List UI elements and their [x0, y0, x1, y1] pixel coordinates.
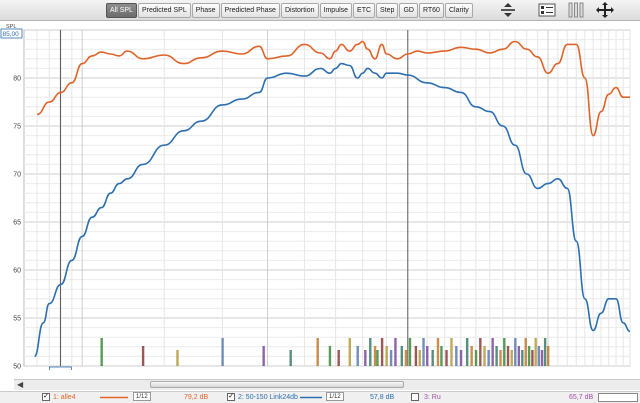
plot-area — [23, 29, 631, 367]
y-tick-label: 75 — [13, 124, 21, 131]
resonance-bar — [459, 350, 463, 366]
scroll-left-icon[interactable]: ◀ — [17, 380, 23, 390]
tab-etc[interactable]: ETC — [353, 3, 376, 18]
resonance-bar — [455, 346, 458, 366]
y-tick-label: 65 — [13, 220, 21, 227]
resonance-bar — [445, 350, 448, 366]
legend-2-checkbox[interactable]: ✓ — [227, 393, 235, 401]
resonance-bar — [479, 338, 482, 366]
tab-step[interactable]: Step — [376, 3, 399, 18]
resonance-bar — [543, 338, 547, 366]
legend-2-smoothing[interactable]: 1/12 — [326, 392, 344, 401]
resonance-bar — [487, 350, 490, 366]
resonance-bar — [510, 350, 513, 366]
resonance-bar — [400, 346, 404, 366]
toolbar: All SPL Predicted SPL Phase Predicted Ph… — [0, 0, 640, 21]
resonance-bar — [404, 350, 408, 366]
resonance-bar — [534, 338, 537, 366]
resonance-bar — [436, 338, 440, 366]
resonance-bar — [491, 338, 494, 366]
controls-icon[interactable] — [537, 1, 557, 19]
bars-icon[interactable] — [566, 1, 586, 19]
resonance-bar — [394, 338, 397, 366]
resonance-bar — [546, 346, 550, 366]
tab-impulse[interactable]: Impulse — [319, 3, 353, 18]
resonance-bar — [221, 338, 224, 366]
resonance-bar — [495, 346, 498, 366]
tab-gd[interactable]: GD — [399, 3, 418, 18]
resonance-bar — [506, 346, 510, 366]
resonance-bar — [414, 346, 418, 366]
resonance-bar — [537, 346, 541, 366]
resonance-bar — [316, 338, 319, 366]
legend-1-smoothing[interactable]: 1/12 — [133, 392, 151, 401]
legend-1-label: 1: alle4 — [53, 394, 76, 401]
legend-bar: ✓ 1: alle4 1/12 79,2 dB ✓ 2: 50-150 Link… — [0, 391, 640, 403]
resonance-bar — [422, 338, 425, 366]
tab-distortion[interactable]: Distortion — [280, 3, 319, 18]
resonance-bar — [328, 346, 332, 366]
y-tick-label: 60 — [13, 268, 21, 275]
scroll-thumb[interactable] — [150, 381, 404, 388]
resonance-bar — [100, 338, 103, 366]
legend-2-label: 2: 50-150 Link24db — [238, 394, 298, 401]
resonance-bar — [380, 338, 384, 366]
resonance-bar — [356, 346, 359, 366]
horizontal-scrollbar[interactable]: ◀ — [14, 379, 640, 390]
tab-all-spl[interactable]: All SPL — [106, 3, 137, 18]
resonance-bar — [418, 350, 421, 366]
resonance-bar — [373, 346, 377, 366]
graph-tabs: All SPL Predicted SPL Phase Predicted Ph… — [106, 3, 474, 18]
resonance-bar — [385, 346, 388, 366]
move-arrows-icon[interactable] — [595, 1, 615, 19]
resonance-bar — [524, 338, 527, 366]
resonance-bar — [503, 338, 506, 366]
resonance-bar — [141, 346, 145, 366]
legend-3-level: 65,7 dB — [569, 394, 594, 401]
resonance-bar — [376, 350, 379, 366]
resonance-bar — [527, 346, 531, 366]
resonance-bar — [440, 346, 443, 366]
resonance-bar — [474, 350, 478, 366]
resonance-bar — [408, 338, 412, 366]
resonance-bar — [499, 350, 502, 366]
legend-1-level: 79,2 dB — [184, 394, 209, 401]
resonance-bar — [431, 350, 434, 366]
tab-phase[interactable]: Phase — [191, 3, 220, 18]
resonance-bar — [289, 350, 292, 366]
legend-2-level: 57,8 dB — [370, 394, 395, 401]
vertical-zoom-icon[interactable] — [498, 1, 518, 19]
resonance-bar — [450, 338, 453, 366]
resonance-bar — [517, 346, 521, 366]
resonance-bar — [348, 338, 351, 366]
resonance-bar — [426, 346, 429, 366]
resonance-bar — [369, 338, 372, 366]
resonance-bar — [521, 350, 524, 366]
y-tick-label: 70 — [13, 172, 21, 179]
resonance-bar — [483, 346, 486, 366]
resonance-bar — [176, 350, 179, 366]
y-tick-label: 55 — [13, 316, 21, 323]
legend-3-color-swatch[interactable] — [598, 393, 638, 402]
resonance-bar — [470, 346, 473, 366]
resonance-bar — [364, 350, 367, 366]
legend-3-checkbox[interactable] — [411, 393, 419, 401]
resonance-bar — [337, 350, 340, 366]
resonance-bar — [514, 338, 517, 366]
resonance-bar — [465, 338, 469, 366]
resonance-bar — [389, 350, 393, 366]
resonance-bar — [540, 350, 544, 366]
resonance-bar — [262, 346, 265, 366]
tab-clarity[interactable]: Clarity — [444, 3, 473, 18]
y-tick-label: 80 — [13, 76, 21, 83]
resonance-bar — [531, 350, 534, 366]
tab-rt60[interactable]: RT60 — [418, 3, 444, 18]
y-top-readout: 85,00 — [3, 31, 20, 38]
spl-graph[interactable]: 80757065605550SPL85,00152030405060708090… — [0, 20, 640, 370]
tab-predicted-spl[interactable]: Predicted SPL — [137, 3, 191, 18]
legend-1-checkbox[interactable]: ✓ — [42, 393, 50, 401]
legend-3-label: 3: Ru — [424, 394, 441, 401]
tab-predicted-phase[interactable]: Predicted Phase — [220, 3, 280, 18]
